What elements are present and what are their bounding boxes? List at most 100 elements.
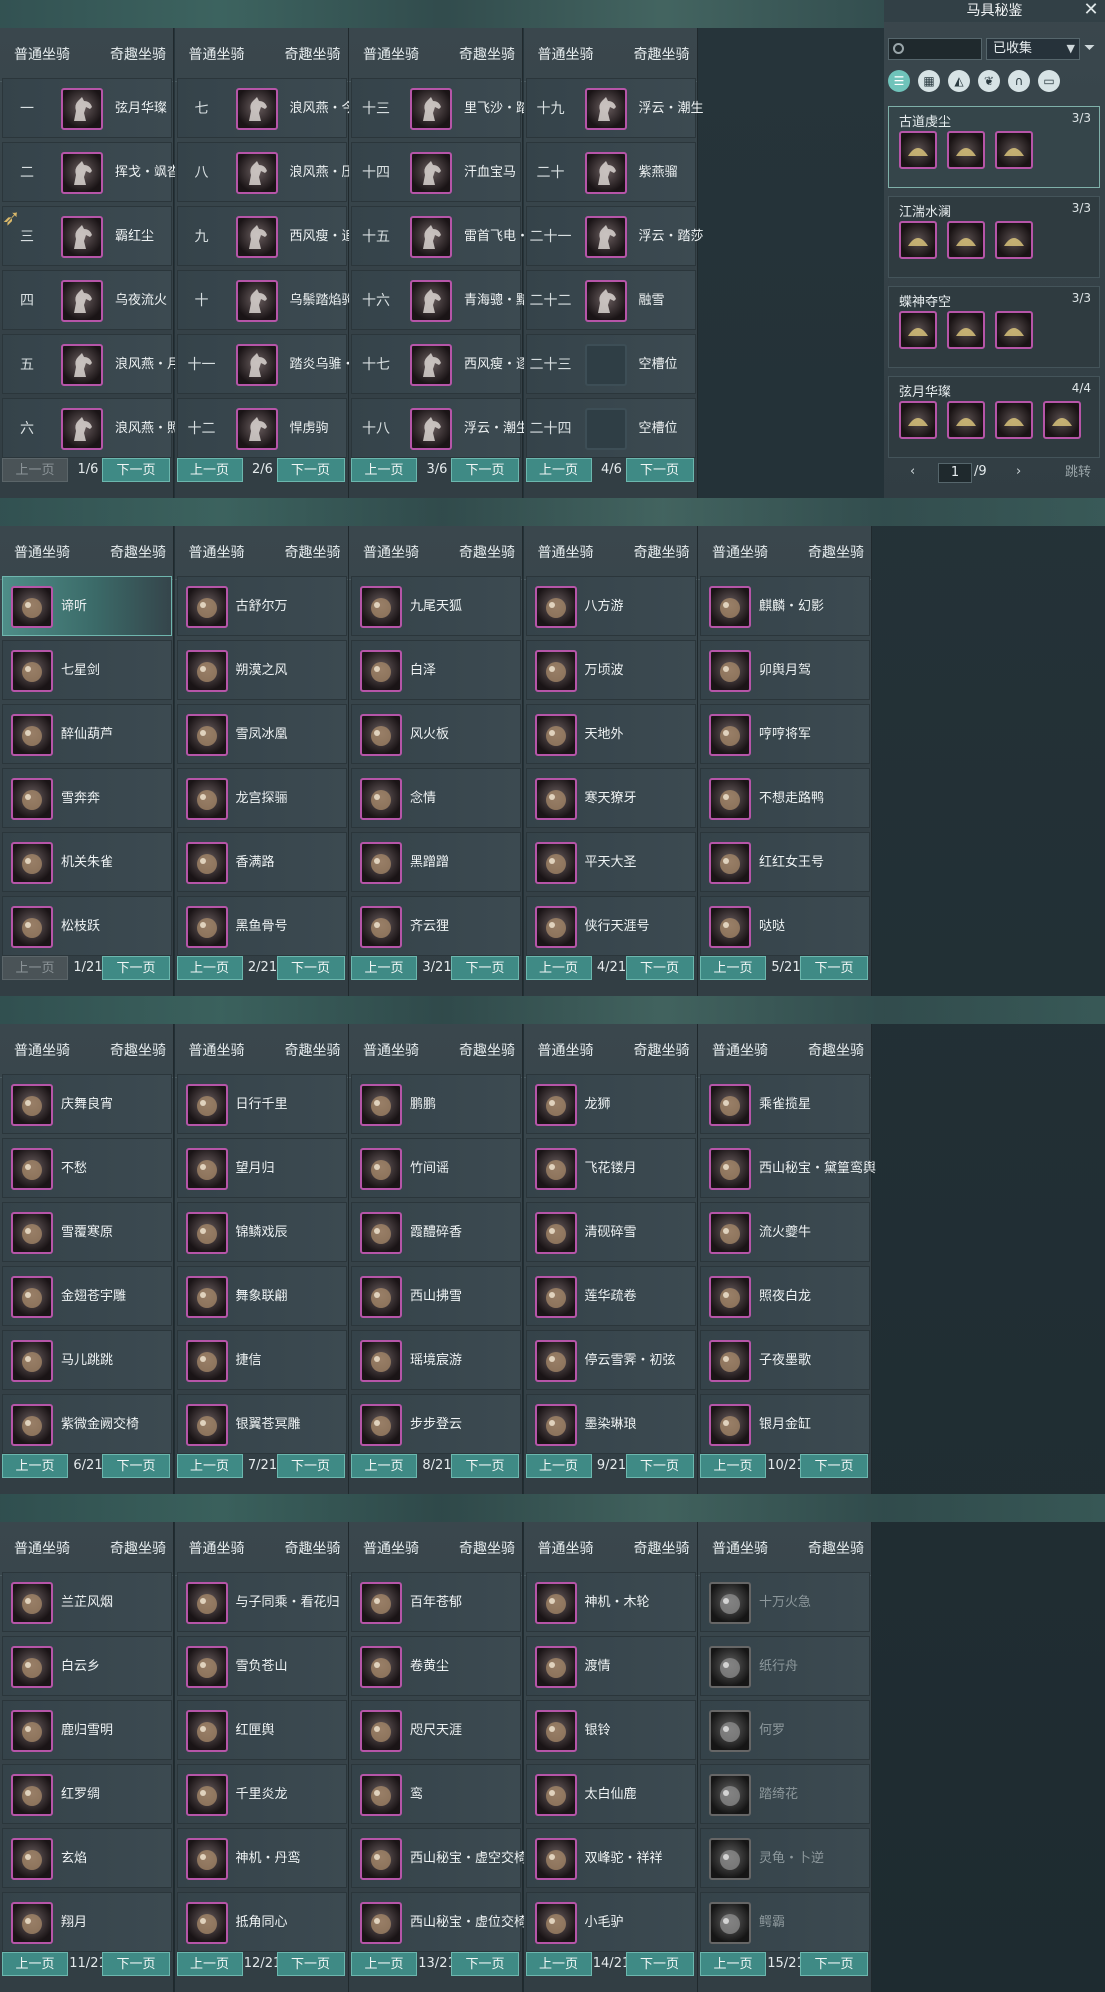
mount-row[interactable]: 红红女王号 — [700, 832, 870, 892]
mount-row[interactable]: 银铃 — [525, 1700, 696, 1760]
next-page-button[interactable]: 下一页 — [102, 956, 170, 980]
mount-row[interactable]: 灵龟・卜逆 — [700, 1828, 870, 1888]
mount-row[interactable]: 雪覆寒原 — [2, 1202, 172, 1262]
mount-row[interactable]: 十八 浮云・潮生 — [351, 398, 529, 458]
saddle-piece-icon[interactable] — [899, 221, 937, 259]
category-wing-icon[interactable]: ❦ — [978, 70, 1000, 92]
next-page-button[interactable]: 下一页 — [102, 458, 170, 482]
mount-row[interactable]: 侠行天涯号 — [525, 896, 696, 956]
page-input[interactable]: 1 — [938, 463, 972, 483]
mount-row[interactable]: 七星剑 — [2, 640, 172, 700]
mount-row[interactable]: 龙宫探骊 — [176, 768, 347, 828]
mount-row[interactable]: 白云乡 — [2, 1636, 172, 1696]
prev-page-button[interactable]: 上一页 — [351, 1454, 417, 1478]
mount-row[interactable]: 鳄霸 — [700, 1892, 870, 1952]
mount-row[interactable]: 黑蹭蹭 — [351, 832, 521, 892]
mount-row[interactable]: 雪凤冰凰 — [176, 704, 347, 764]
mount-row[interactable]: 不愁 — [2, 1138, 172, 1198]
mount-row[interactable]: 千里炎龙 — [176, 1764, 347, 1824]
tab-fun-mounts[interactable]: 奇趣坐骑 — [459, 542, 515, 562]
search-box[interactable] — [888, 38, 982, 60]
category-all-icon[interactable]: ☰ — [888, 70, 910, 92]
tab-fun-mounts[interactable]: 奇趣坐骑 — [459, 44, 515, 64]
tab-fun-mounts[interactable]: 奇趣坐骑 — [285, 44, 341, 64]
next-page-button[interactable]: 下一页 — [625, 1952, 694, 1976]
next-page-button[interactable]: 下一页 — [276, 956, 345, 980]
tab-normal-mounts[interactable]: 普通坐骑 — [14, 542, 70, 562]
mount-row[interactable]: 朔漠之风 — [176, 640, 347, 700]
prev-arrow-icon[interactable]: ‹ — [910, 464, 915, 479]
next-page-button[interactable]: 下一页 — [625, 1454, 694, 1478]
mount-row[interactable]: 十一 踏炎乌骓・霸地 — [176, 334, 381, 394]
category-saddle-icon[interactable]: ◭ — [948, 70, 970, 92]
saddle-piece-icon[interactable] — [947, 221, 985, 259]
jump-button[interactable]: 跳转 — [1056, 462, 1100, 484]
mount-row[interactable]: 哼哼将军 — [700, 704, 870, 764]
prev-page-button[interactable]: 上一页 — [351, 956, 417, 980]
mount-row[interactable]: 纸行舟 — [700, 1636, 870, 1696]
mount-row[interactable]: 踏绮花 — [700, 1764, 870, 1824]
saddle-piece-icon[interactable] — [947, 131, 985, 169]
mount-row[interactable]: 十三 里飞沙・踏秋 — [351, 78, 542, 138]
mount-row[interactable]: 十五 雷首飞电・步景 — [351, 206, 555, 266]
tab-normal-mounts[interactable]: 普通坐骑 — [538, 1040, 594, 1060]
prev-page-button[interactable]: 上一页 — [525, 1952, 592, 1976]
mount-row[interactable]: 七浪风燕・今古 — [176, 78, 368, 138]
mount-row[interactable]: 二十二 融雪 — [525, 270, 696, 330]
tab-fun-mounts[interactable]: 奇趣坐骑 — [459, 1040, 515, 1060]
saddle-piece-icon[interactable] — [899, 401, 937, 439]
mount-row[interactable]: 马儿跳跳 — [2, 1330, 172, 1390]
mount-row[interactable]: 鸾 — [351, 1764, 521, 1824]
next-page-button[interactable]: 下一页 — [800, 1454, 868, 1478]
mount-row[interactable]: 二十三 空槽位 — [525, 334, 696, 394]
mount-row[interactable]: 十七 西风瘦・逐狱 — [351, 334, 542, 394]
prev-page-button[interactable]: 上一页 — [525, 1454, 592, 1478]
prev-page-button[interactable]: 上一页 — [2, 1952, 68, 1976]
collection-group[interactable]: 弦月华璨 4/4 — [888, 376, 1100, 458]
category-armor-icon[interactable]: ▭ — [1038, 70, 1060, 92]
tab-fun-mounts[interactable]: 奇趣坐骑 — [285, 1040, 341, 1060]
tab-fun-mounts[interactable]: 奇趣坐骑 — [808, 542, 864, 562]
tab-normal-mounts[interactable]: 普通坐骑 — [14, 44, 70, 64]
mount-row[interactable]: 西山秘宝・黛篁鸾舆 — [700, 1138, 876, 1198]
mount-row[interactable]: 西山拂雪 — [351, 1266, 521, 1326]
mount-row[interactable]: 银月金缸 — [700, 1394, 870, 1454]
mount-row[interactable]: 六浪风燕・照暮 — [2, 398, 193, 458]
tab-normal-mounts[interactable]: 普通坐骑 — [363, 542, 419, 562]
mount-row[interactable]: 八方游 — [525, 576, 696, 636]
mount-row[interactable]: 神机・木轮 — [525, 1572, 696, 1632]
tab-normal-mounts[interactable]: 普通坐骑 — [712, 1040, 768, 1060]
next-page-button[interactable]: 下一页 — [276, 458, 345, 482]
tab-fun-mounts[interactable]: 奇趣坐骑 — [634, 1040, 690, 1060]
close-icon[interactable]: ✕ — [1080, 0, 1102, 22]
mount-row[interactable]: 紫微金阙交椅 — [2, 1394, 172, 1454]
tab-normal-mounts[interactable]: 普通坐骑 — [14, 1040, 70, 1060]
collection-group[interactable]: 古道虔尘 3/3 — [888, 106, 1100, 188]
tab-normal-mounts[interactable]: 普通坐骑 — [189, 1538, 245, 1558]
tab-fun-mounts[interactable]: 奇趣坐骑 — [634, 542, 690, 562]
tab-normal-mounts[interactable]: 普通坐骑 — [189, 542, 245, 562]
mount-row[interactable]: 银翼苍冥雕 — [176, 1394, 347, 1454]
mount-row[interactable]: 飞花镂月 — [525, 1138, 696, 1198]
mount-row[interactable]: 锦鳞戏辰 — [176, 1202, 347, 1262]
category-grid-icon[interactable]: ▦ — [918, 70, 940, 92]
collection-group[interactable]: 蝶神夺空 3/3 — [888, 286, 1100, 368]
mount-row[interactable]: 卷黄尘 — [351, 1636, 521, 1696]
tab-fun-mounts[interactable]: 奇趣坐骑 — [110, 1040, 166, 1060]
mount-row[interactable]: 五浪风燕・月盏 — [2, 334, 193, 394]
saddle-piece-icon[interactable] — [1043, 401, 1081, 439]
mount-row[interactable]: 十 乌鬃踏焰驹 — [176, 270, 355, 330]
mount-row[interactable]: 香满路 — [176, 832, 347, 892]
prev-page-button[interactable]: 上一页 — [2, 1454, 68, 1478]
mount-row[interactable]: 与子同乘・看花归 — [176, 1572, 347, 1632]
mount-row[interactable]: 麒麟・幻影 — [700, 576, 870, 636]
filter-icon[interactable]: ⏷ — [1084, 40, 1100, 56]
mount-row[interactable]: 九西风瘦・追星 — [176, 206, 368, 266]
mount-row[interactable]: 红匣舆 — [176, 1700, 347, 1760]
tab-normal-mounts[interactable]: 普通坐骑 — [14, 1538, 70, 1558]
mount-row[interactable]: 八浪风燕・压天 — [176, 142, 368, 202]
prev-page-button[interactable]: 上一页 — [176, 956, 243, 980]
mount-row[interactable]: 雪负苍山 — [176, 1636, 347, 1696]
mount-row[interactable]: 雪奔奔 — [2, 768, 172, 828]
mount-row[interactable]: 红罗绸 — [2, 1764, 172, 1824]
